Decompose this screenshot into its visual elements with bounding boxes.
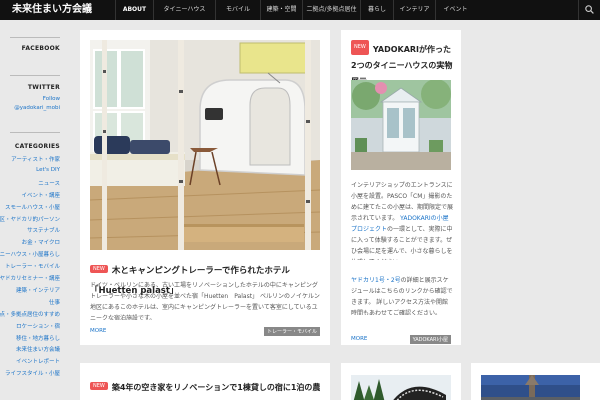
new-badge: NEW [90, 264, 108, 273]
post-title[interactable]: NEW 築4年の空き家をリノベーションで1棟貸しの宿に1泊の農家民泊体験 [90, 375, 320, 394]
category-tag[interactable]: YADOKARI小屋 [409, 335, 451, 344]
post-title-text[interactable]: 築4年の空き家をリノベーションで1棟貸しの宿に1泊の農家民泊体験 [112, 383, 320, 392]
post-card-bottom-side[interactable] [341, 363, 461, 400]
category-link[interactable]: 二拠点・多拠点居住のすすめ [0, 310, 60, 318]
category-link[interactable]: 未来住まい方会議 [16, 345, 60, 353]
categories-heading: CATEGORIES [14, 143, 60, 150]
nav-about[interactable]: ABOUT [115, 0, 153, 20]
category-link[interactable]: タイニーハウス・小屋暮らし [0, 250, 60, 258]
facebook-heading: FACEBOOK [21, 45, 60, 52]
post-thumbnail[interactable] [351, 375, 451, 400]
divider [10, 75, 60, 76]
nav-multi-base[interactable]: 二拠点/多拠点居住 [302, 0, 360, 20]
divider [10, 37, 60, 38]
search-icon [585, 5, 594, 14]
site-logo[interactable]: 未来住まい方会議 [0, 0, 115, 20]
post-card-side[interactable]: NEWYADOKARIが作った2つのタイニーハウスの実物展示 インテリアショップ… [341, 30, 461, 345]
post-thumbnail[interactable] [481, 375, 580, 400]
nav-event[interactable]: イベント [435, 0, 475, 20]
category-link[interactable]: ヤドカリセミナー・講座 [0, 274, 60, 282]
twitter-heading: TWITTER [27, 84, 60, 91]
category-link[interactable]: ライフスタイル・小屋 [5, 369, 60, 377]
category-link[interactable]: トレーラー・モバイル [5, 262, 60, 270]
post-thumbnail[interactable] [351, 80, 451, 170]
post-excerpt: ドイツ・ベルリンにある、古い工場をリノベーションしたホテルの中にキャンピングトレ… [90, 282, 320, 320]
category-link[interactable]: Let's DIY [36, 167, 60, 173]
more-link[interactable]: MORE [351, 336, 367, 342]
category-link[interactable]: アーティスト・作家 [11, 155, 60, 163]
twitter-follow-link[interactable]: Follow [43, 96, 60, 102]
new-badge: NEW [90, 381, 108, 390]
new-badge: NEW [351, 40, 369, 55]
nav-living[interactable]: 暮らし [360, 0, 393, 20]
category-link[interactable]: 移住・地方暮らし [16, 334, 60, 342]
more-link[interactable]: MORE [90, 328, 106, 334]
post-excerpt-2: ヤドカリ1号・2号の詳細と展示スケジュールはこちらのリンクから確認できます。 詳… [351, 275, 453, 315]
twitter-handle-link[interactable]: @yadokari_mobi [14, 105, 60, 111]
category-link[interactable]: スモールハウス・小屋 [5, 203, 60, 211]
category-link[interactable]: 仕事 [49, 298, 60, 306]
top-nav-bar: 未来住まい方会議 ABOUT タイニーハウス モバイル 建築・空間 二拠点/多拠… [0, 0, 600, 20]
category-link[interactable]: ロケーション・宿 [16, 322, 60, 330]
post-excerpt: インテリアショップのエントランスに小屋を設置。PASCO「CM」撮影のために建て… [351, 180, 453, 260]
post-card-bottom[interactable]: NEW 築4年の空き家をリノベーションで1棟貸しの宿に1泊の農家民泊体験 [80, 363, 330, 400]
category-tag[interactable]: トレーラー・モバイル [263, 327, 320, 336]
left-sidebar: FACEBOOK TWITTER Follow @yadokari_mobi C… [0, 20, 66, 400]
category-link[interactable]: 23区・ヤドカリ的パーソン [0, 215, 60, 223]
nav-tiny-house[interactable]: タイニーハウス [153, 0, 215, 20]
category-link[interactable]: サステナブル [27, 226, 60, 234]
category-link[interactable]: イベント・講座 [21, 191, 60, 199]
post-card-bottom-right[interactable] [471, 363, 600, 400]
nav-interior[interactable]: インテリア [393, 0, 435, 20]
main-nav: ABOUT タイニーハウス モバイル 建築・空間 二拠点/多拠点居住 暮らし イ… [115, 0, 475, 20]
category-link[interactable]: 建築・インテリア [16, 286, 60, 294]
inline-link[interactable]: ヤドカリ1号・2号 [351, 277, 401, 284]
post-thumbnail[interactable] [90, 40, 320, 250]
nav-mobile[interactable]: モバイル [215, 0, 260, 20]
divider [10, 132, 60, 133]
category-link[interactable]: お金・マイクロ [22, 238, 60, 246]
post-card-featured[interactable]: NEW 木とキャンピングトレーラーで作られたホテル「Huetten palast」… [80, 30, 330, 345]
category-link[interactable]: イベントレポート [16, 357, 60, 365]
category-link[interactable]: ニュース [38, 179, 60, 187]
search-button[interactable] [578, 0, 600, 20]
nav-architecture[interactable]: 建築・空間 [260, 0, 302, 20]
